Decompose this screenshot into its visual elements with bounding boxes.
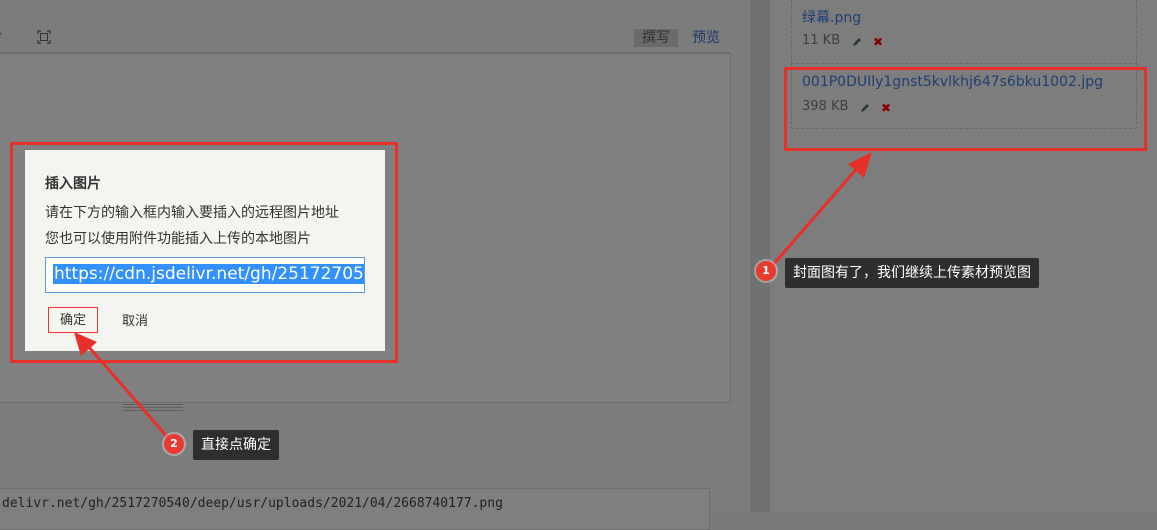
- step-badge: 2: [164, 434, 184, 454]
- callout-tooltip: 封面图有了，我们继续上传素材预览图: [785, 258, 1039, 288]
- step-badge: 1: [756, 261, 776, 281]
- callout-tooltip: 直接点确定: [193, 430, 279, 460]
